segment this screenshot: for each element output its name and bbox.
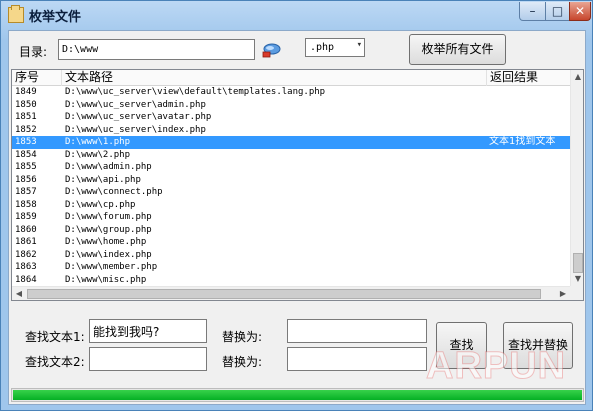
row-number: 1859 bbox=[15, 212, 37, 222]
row-number: 1851 bbox=[15, 112, 37, 122]
row-path: D:\www\uc_server\view\default\templates.… bbox=[65, 87, 326, 97]
table-row[interactable]: 1852 D:\www\uc_server\index.php bbox=[12, 124, 570, 137]
chevron-down-icon: ▾ bbox=[356, 40, 362, 50]
find-button[interactable]: 查找 bbox=[436, 322, 487, 369]
table-row[interactable]: 1859 D:\www\forum.php bbox=[12, 211, 570, 224]
row-path: D:\www\uc_server\index.php bbox=[65, 124, 206, 135]
table-row[interactable]: 1860 D:\www\group.php bbox=[12, 224, 570, 237]
replace-with-2-input[interactable] bbox=[287, 347, 427, 371]
vertical-scroll-thumb[interactable] bbox=[573, 253, 583, 273]
row-path: D:\www\uc_server\avatar.php bbox=[65, 112, 212, 122]
extension-value: .php bbox=[310, 42, 335, 53]
window-title: 枚举文件 bbox=[29, 10, 82, 25]
row-number: 1857 bbox=[15, 187, 37, 197]
progress-fill bbox=[13, 390, 582, 400]
row-path: D:\www\2.php bbox=[65, 149, 131, 160]
table-row[interactable]: 1858 D:\www\cp.php bbox=[12, 199, 570, 212]
find-text-1-input[interactable]: 能找到我吗? bbox=[89, 319, 207, 343]
table-row[interactable]: 1851 D:\www\uc_server\avatar.php bbox=[12, 111, 570, 124]
scroll-down-icon[interactable]: ▼ bbox=[571, 272, 583, 286]
scroll-left-icon[interactable]: ◀ bbox=[12, 287, 26, 300]
replace-with-1-label: 替换为: bbox=[222, 330, 263, 344]
table-row[interactable]: 1862 D:\www\index.php bbox=[12, 249, 570, 262]
row-number: 1861 bbox=[15, 237, 37, 247]
row-path: D:\www\uc_server\admin.php bbox=[65, 99, 206, 110]
list-header: 序号 文本路径 返回结果 bbox=[12, 70, 570, 86]
table-row[interactable]: 1853 D:\www\1.php 文本1找到文本 bbox=[12, 136, 570, 149]
row-path: D:\www\api.php bbox=[65, 174, 141, 185]
table-row[interactable]: 1854 D:\www\2.php bbox=[12, 149, 570, 162]
find-and-replace-button[interactable]: 查找并替换 bbox=[503, 322, 573, 369]
row-number: 1862 bbox=[15, 249, 37, 260]
replace-with-1-input[interactable] bbox=[287, 319, 427, 343]
find-text-2-input[interactable] bbox=[89, 347, 207, 371]
row-path: D:\www\member.php bbox=[65, 262, 158, 272]
table-row[interactable]: 1857 D:\www\connect.php bbox=[12, 186, 570, 199]
row-number: 1850 bbox=[15, 99, 37, 110]
row-number: 1852 bbox=[15, 124, 37, 135]
horizontal-scrollbar[interactable]: ◀ ▶ bbox=[12, 286, 570, 300]
row-number: 1856 bbox=[15, 174, 37, 185]
row-path: D:\www\group.php bbox=[65, 224, 152, 235]
table-row[interactable]: 1864 D:\www\misc.php bbox=[12, 274, 570, 287]
scroll-right-icon[interactable]: ▶ bbox=[556, 287, 570, 300]
row-path: D:\www\cp.php bbox=[65, 199, 136, 210]
row-path: D:\www\connect.php bbox=[65, 187, 163, 197]
progress-bar bbox=[11, 388, 584, 402]
table-row[interactable]: 1849 D:\www\uc_server\view\default\templa… bbox=[12, 86, 570, 99]
table-row[interactable]: 1850 D:\www\uc_server\admin.php bbox=[12, 99, 570, 112]
row-number: 1864 bbox=[15, 274, 37, 285]
title-bar[interactable]: 枚举文件 – □ ✕ bbox=[1, 1, 592, 29]
row-number: 1854 bbox=[15, 149, 37, 160]
row-number: 1855 bbox=[15, 162, 37, 172]
column-header-number[interactable]: 序号 bbox=[12, 70, 62, 86]
folder-icon bbox=[8, 5, 24, 23]
row-path: D:\www\home.php bbox=[65, 237, 147, 247]
table-row[interactable]: 1855 D:\www\admin.php bbox=[12, 161, 570, 174]
client-area: 目录: D:\www .php ▾ 枚举所有文件 序号 文本路径 返回结果 18… bbox=[8, 30, 586, 405]
scrollbar-corner bbox=[570, 286, 583, 300]
extension-select[interactable]: .php ▾ bbox=[305, 38, 365, 57]
app-window: 枚举文件 – □ ✕ 目录: D:\www .php ▾ 枚举所有文件 序号 文… bbox=[0, 0, 593, 411]
row-path: D:\www\admin.php bbox=[65, 162, 152, 172]
close-button[interactable]: ✕ bbox=[569, 2, 591, 21]
row-path: D:\www\1.php bbox=[65, 137, 131, 147]
replace-with-2-label: 替换为: bbox=[222, 355, 263, 369]
row-number: 1853 bbox=[15, 137, 37, 147]
scroll-up-icon[interactable]: ▲ bbox=[571, 70, 583, 84]
row-number: 1858 bbox=[15, 199, 37, 210]
enumerate-all-files-button[interactable]: 枚举所有文件 bbox=[409, 34, 506, 65]
column-header-result[interactable]: 返回结果 bbox=[487, 70, 570, 86]
row-number: 1849 bbox=[15, 87, 37, 97]
browse-folder-icon[interactable] bbox=[261, 41, 281, 59]
file-list[interactable]: 序号 文本路径 返回结果 1849 D:\www\uc_server\view\d… bbox=[11, 69, 584, 301]
table-row[interactable]: 1863 D:\www\member.php bbox=[12, 261, 570, 274]
column-header-path[interactable]: 文本路径 bbox=[62, 70, 487, 86]
directory-label: 目录: bbox=[19, 45, 48, 59]
row-result: 文本1找到文本 bbox=[489, 136, 556, 147]
row-path: D:\www\misc.php bbox=[65, 274, 147, 285]
vertical-scrollbar[interactable]: ▲ ▼ bbox=[570, 70, 583, 286]
maximize-button[interactable]: □ bbox=[545, 2, 570, 21]
row-path: D:\www\index.php bbox=[65, 249, 152, 260]
find-text-2-label: 查找文本2: bbox=[25, 355, 85, 369]
row-number: 1863 bbox=[15, 262, 37, 272]
table-row[interactable]: 1861 D:\www\home.php bbox=[12, 236, 570, 249]
horizontal-scroll-thumb[interactable] bbox=[27, 289, 541, 299]
list-rows: 1849 D:\www\uc_server\view\default\templa… bbox=[12, 86, 570, 286]
row-path: D:\www\forum.php bbox=[65, 212, 152, 222]
minimize-button[interactable]: – bbox=[519, 2, 546, 21]
find-text-1-label: 查找文本1: bbox=[25, 330, 85, 344]
table-row[interactable]: 1856 D:\www\api.php bbox=[12, 174, 570, 187]
directory-input[interactable]: D:\www bbox=[58, 39, 255, 60]
row-number: 1860 bbox=[15, 224, 37, 235]
